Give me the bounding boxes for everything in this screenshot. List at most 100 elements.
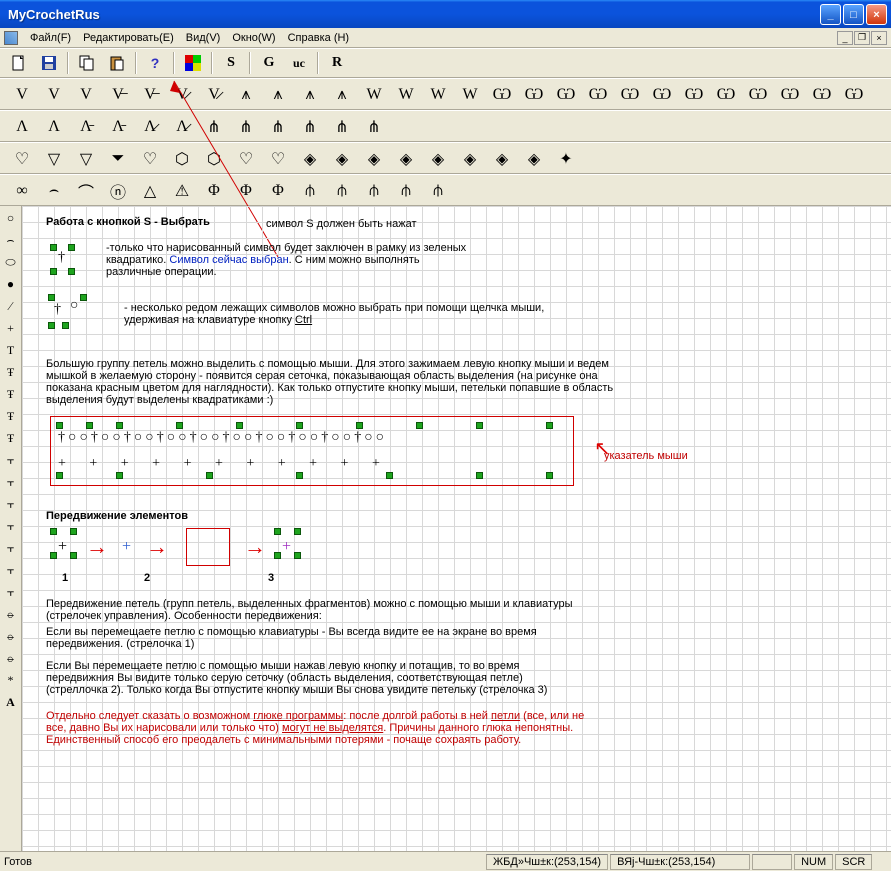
menu-edit[interactable]: Редактировать(E) <box>77 30 180 46</box>
stitch-o10[interactable]: ⫛ <box>295 178 325 204</box>
stitch-a6[interactable]: Λ̷ <box>167 114 197 140</box>
stitch-a5[interactable]: Λ̷ <box>135 114 165 140</box>
save-button[interactable] <box>35 50 63 76</box>
canvas[interactable]: Работа с кнопкой S - Выбрать символ S до… <box>22 206 891 851</box>
stitch-d3[interactable]: ▽ <box>71 146 101 172</box>
maximize-button[interactable]: □ <box>843 4 864 25</box>
stitch-o13[interactable]: ⫛ <box>391 178 421 204</box>
stitch-shell1[interactable]: ⩚ <box>231 82 261 108</box>
lp-dot[interactable]: ● <box>3 276 19 292</box>
stitch-o2[interactable]: ⌢ <box>39 178 69 204</box>
stitch-fan14[interactable]: Ѡ <box>775 82 805 108</box>
stitch-a2[interactable]: Λ <box>39 114 69 140</box>
stitch-shell3[interactable]: ⩚ <box>295 82 325 108</box>
lp-hook5[interactable]: ⫟ <box>3 540 19 556</box>
mdi-close-button[interactable]: × <box>871 31 887 45</box>
stitch-o14[interactable]: ⫛ <box>423 178 453 204</box>
stitch-o3[interactable]: ⌒ <box>71 178 101 204</box>
stitch-fan9[interactable]: Ѡ <box>615 82 645 108</box>
stitch-v1[interactable]: V <box>7 82 37 108</box>
stitch-o1[interactable]: ∞ <box>7 178 37 204</box>
color-button[interactable] <box>179 50 207 76</box>
stitch-d1[interactable]: ♡ <box>7 146 37 172</box>
stitch-a12[interactable]: ⋔ <box>359 114 389 140</box>
stitch-fan2[interactable]: W <box>391 82 421 108</box>
lp-plus[interactable]: + <box>3 320 19 336</box>
lp-hook6[interactable]: ⫟ <box>3 562 19 578</box>
lp-text[interactable]: A <box>3 694 19 710</box>
uc-tool-button[interactable]: uc <box>285 50 313 76</box>
close-button[interactable]: × <box>866 4 887 25</box>
lp-puff2[interactable]: ⦵ <box>3 628 19 644</box>
stitch-fan16[interactable]: Ѡ <box>839 82 869 108</box>
stitch-v2[interactable]: V <box>39 82 69 108</box>
stitch-a3[interactable]: Λ̵ <box>71 114 101 140</box>
stitch-v6[interactable]: V̷ <box>167 82 197 108</box>
stitch-o5[interactable]: △ <box>135 178 165 204</box>
lp-t2[interactable]: Ŧ <box>3 386 19 402</box>
stitch-fan13[interactable]: Ѡ <box>743 82 773 108</box>
stitch-d5[interactable]: ♡ <box>135 146 165 172</box>
lp-puff1[interactable]: ⦵ <box>3 606 19 622</box>
stitch-a11[interactable]: ⋔ <box>327 114 357 140</box>
mdi-restore-button[interactable]: ❐ <box>854 31 870 45</box>
stitch-o7[interactable]: Φ <box>199 178 229 204</box>
new-button[interactable] <box>5 50 33 76</box>
stitch-o8[interactable]: Φ <box>231 178 261 204</box>
lp-oval[interactable]: ⬭ <box>3 254 19 270</box>
help-button[interactable]: ? <box>141 50 169 76</box>
stitch-o12[interactable]: ⫛ <box>359 178 389 204</box>
stitch-fan8[interactable]: Ѡ <box>583 82 613 108</box>
stitch-d13[interactable]: ◈ <box>391 146 421 172</box>
stitch-o11[interactable]: ⫛ <box>327 178 357 204</box>
stitch-d14[interactable]: ◈ <box>423 146 453 172</box>
stitch-d15[interactable]: ◈ <box>455 146 485 172</box>
stitch-fan15[interactable]: Ѡ <box>807 82 837 108</box>
mdi-minimize-button[interactable]: _ <box>837 31 853 45</box>
stitch-a7[interactable]: ⋔ <box>199 114 229 140</box>
stitch-d11[interactable]: ◈ <box>327 146 357 172</box>
stitch-a1[interactable]: Λ <box>7 114 37 140</box>
lp-hook2[interactable]: ⫟ <box>3 474 19 490</box>
stitch-o4[interactable]: ⓝ <box>103 178 133 204</box>
stitch-fan12[interactable]: Ѡ <box>711 82 741 108</box>
lp-hook1[interactable]: ⫟ <box>3 452 19 468</box>
lp-hook7[interactable]: ⫟ <box>3 584 19 600</box>
lp-hook4[interactable]: ⫟ <box>3 518 19 534</box>
stitch-fan11[interactable]: Ѡ <box>679 82 709 108</box>
stitch-a10[interactable]: ⋔ <box>295 114 325 140</box>
stitch-v4[interactable]: V̶ <box>103 82 133 108</box>
menu-help[interactable]: Справка (H) <box>282 30 355 46</box>
stitch-o9[interactable]: Φ <box>263 178 293 204</box>
stitch-d9[interactable]: ♡ <box>263 146 293 172</box>
stitch-v3[interactable]: V <box>71 82 101 108</box>
lp-t4[interactable]: Ŧ <box>3 430 19 446</box>
stitch-fan10[interactable]: Ѡ <box>647 82 677 108</box>
copy-button[interactable] <box>73 50 101 76</box>
stitch-d16[interactable]: ◈ <box>487 146 517 172</box>
stitch-o6[interactable]: ⚠ <box>167 178 197 204</box>
stitch-d12[interactable]: ◈ <box>359 146 389 172</box>
lp-puff3[interactable]: ⦵ <box>3 650 19 666</box>
paste-button[interactable] <box>103 50 131 76</box>
stitch-d4[interactable]: ⏷ <box>103 146 133 172</box>
stitch-fan4[interactable]: W <box>455 82 485 108</box>
stitch-d10[interactable]: ◈ <box>295 146 325 172</box>
lp-t[interactable]: T <box>3 342 19 358</box>
stitch-d8[interactable]: ♡ <box>231 146 261 172</box>
stitch-fan5[interactable]: Ѡ <box>487 82 517 108</box>
stitch-shell2[interactable]: ⩚ <box>263 82 293 108</box>
stitch-d6[interactable]: ⬡ <box>167 146 197 172</box>
menu-view[interactable]: Вид(V) <box>180 30 227 46</box>
lp-t3[interactable]: Ŧ <box>3 408 19 424</box>
menu-window[interactable]: Окно(W) <box>226 30 281 46</box>
stitch-shell4[interactable]: ⩚ <box>327 82 357 108</box>
stitch-v7[interactable]: V̷ <box>199 82 229 108</box>
stitch-d17[interactable]: ◈ <box>519 146 549 172</box>
minimize-button[interactable]: _ <box>820 4 841 25</box>
lp-arc[interactable]: ⌢ <box>3 232 19 248</box>
g-tool-button[interactable]: G <box>255 50 283 76</box>
lp-hook3[interactable]: ⫟ <box>3 496 19 512</box>
stitch-fan1[interactable]: W <box>359 82 389 108</box>
stitch-fan3[interactable]: W <box>423 82 453 108</box>
